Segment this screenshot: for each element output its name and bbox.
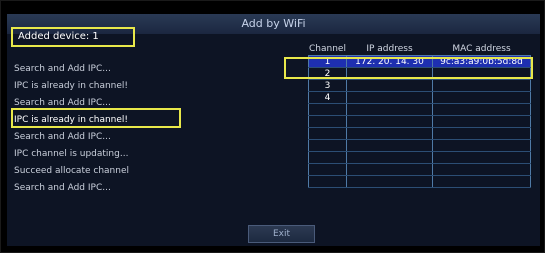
cell-ip bbox=[346, 175, 433, 188]
status-log: Search and Add IPC... IPC is already in … bbox=[14, 61, 184, 197]
cell-mac bbox=[432, 103, 531, 116]
column-header-channel: Channel bbox=[308, 43, 347, 56]
cell-mac bbox=[432, 127, 531, 140]
table-row[interactable]: 3 bbox=[308, 79, 531, 92]
add-by-wifi-dialog: Add by WiFi Added device: 1 Search and A… bbox=[0, 0, 545, 253]
log-line: Search and Add IPC... bbox=[14, 132, 111, 142]
cell-ip bbox=[346, 115, 433, 128]
cell-ip bbox=[346, 127, 433, 140]
cell-channel: 3 bbox=[308, 79, 347, 92]
log-line: Search and Add IPC... bbox=[14, 183, 111, 193]
column-header-ip: IP address bbox=[346, 43, 433, 56]
selected-row-highlight bbox=[284, 57, 533, 79]
cell-channel bbox=[308, 151, 347, 164]
column-header-mac: MAC address bbox=[432, 43, 531, 56]
log-line: IPC is already in channel! bbox=[14, 81, 129, 91]
cell-mac bbox=[432, 115, 531, 128]
cell-mac bbox=[432, 91, 531, 104]
table-row[interactable] bbox=[308, 175, 531, 188]
log-line: Succeed allocate channel bbox=[14, 166, 129, 176]
table-row[interactable] bbox=[308, 163, 531, 176]
log-line: IPC channel is updating... bbox=[14, 149, 129, 159]
table-row[interactable] bbox=[308, 127, 531, 140]
table-row[interactable]: 4 bbox=[308, 91, 531, 104]
cell-channel bbox=[308, 163, 347, 176]
cell-ip bbox=[346, 79, 433, 92]
cell-mac bbox=[432, 175, 531, 188]
cell-mac bbox=[432, 151, 531, 164]
table-row[interactable] bbox=[308, 139, 531, 152]
table-row[interactable] bbox=[308, 103, 531, 116]
cell-channel bbox=[308, 127, 347, 140]
exit-button[interactable]: Exit bbox=[248, 225, 315, 243]
added-device-count: Added device: 1 bbox=[11, 27, 135, 47]
cell-mac bbox=[432, 79, 531, 92]
log-highlight-box bbox=[11, 108, 181, 128]
table-row[interactable] bbox=[308, 115, 531, 128]
cell-channel bbox=[308, 139, 347, 152]
cell-channel bbox=[308, 103, 347, 116]
cell-ip bbox=[346, 151, 433, 164]
cell-ip bbox=[346, 139, 433, 152]
cell-channel: 4 bbox=[308, 91, 347, 104]
cell-mac bbox=[432, 139, 531, 152]
cell-ip bbox=[346, 91, 433, 104]
cell-ip bbox=[346, 163, 433, 176]
log-line: Search and Add IPC... bbox=[14, 64, 111, 74]
cell-channel bbox=[308, 115, 347, 128]
cell-ip bbox=[346, 103, 433, 116]
cell-mac bbox=[432, 163, 531, 176]
table-row[interactable] bbox=[308, 151, 531, 164]
cell-channel bbox=[308, 175, 347, 188]
